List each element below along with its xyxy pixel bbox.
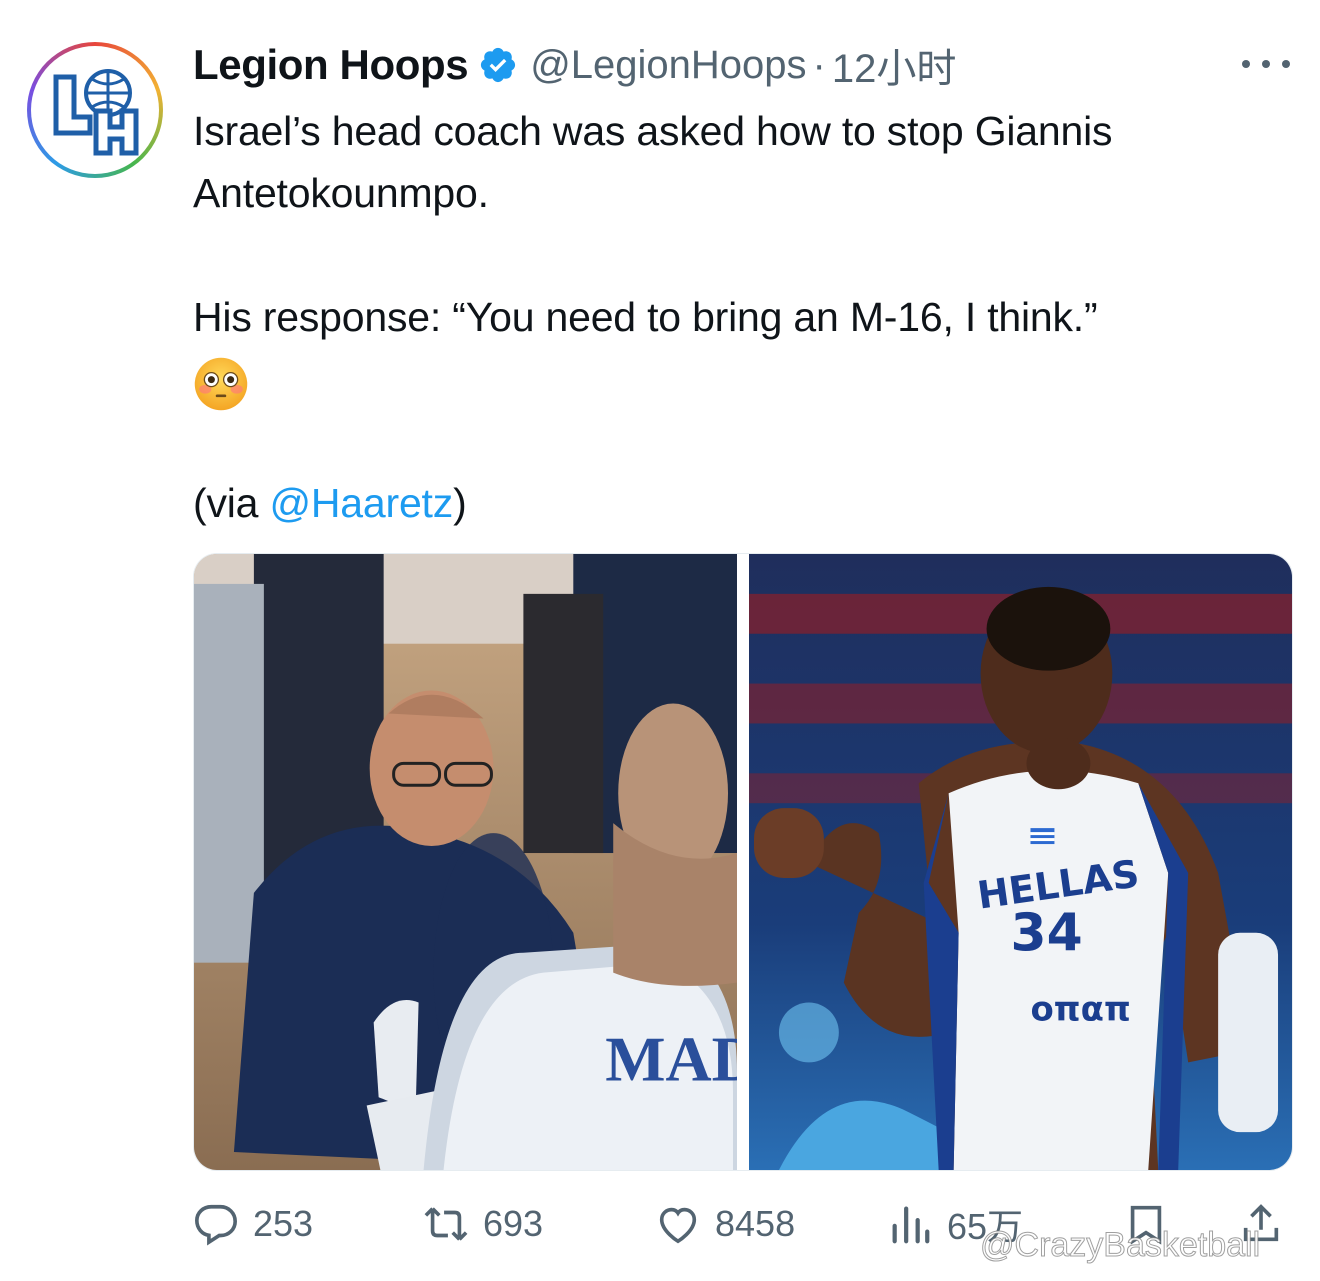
display-name[interactable]: Legion Hoops xyxy=(193,41,469,89)
timestamp[interactable]: 12小时 xyxy=(832,36,957,94)
separator-dot: · xyxy=(812,42,826,87)
photo-giannis[interactable]: HELLAS 34 οπαπ xyxy=(749,554,1292,1170)
like-icon xyxy=(659,1207,697,1244)
photo-coach[interactable]: MAD xyxy=(194,554,737,1170)
media-grid: MAD xyxy=(193,553,1293,1171)
verified-badge-icon[interactable] xyxy=(478,45,518,85)
jersey-text-mad: MAD xyxy=(605,1023,737,1094)
reply-button[interactable]: 253 xyxy=(193,1196,313,1252)
like-count: 8458 xyxy=(715,1203,796,1244)
reply-icon xyxy=(195,1204,237,1246)
repost-count: 693 xyxy=(483,1203,544,1244)
flushed-face-emoji-icon xyxy=(193,348,1303,411)
via-prefix: (via xyxy=(193,480,270,526)
tweet-text: Israel’s head coach was asked how to sto… xyxy=(193,100,1303,534)
avatar[interactable] xyxy=(27,42,163,178)
handle[interactable]: @LegionHoops xyxy=(530,43,806,88)
views-icon xyxy=(892,1206,930,1244)
via-suffix: ) xyxy=(453,480,467,526)
repost-button[interactable]: 693 xyxy=(423,1196,543,1252)
watermark: @CrazyBasketball xyxy=(979,1226,1261,1265)
mention-link[interactable]: @Haaretz xyxy=(269,480,453,526)
tweet-header: Legion Hoops @LegionHoops · 12小时 xyxy=(193,38,956,92)
like-button[interactable]: 8458 xyxy=(655,1196,795,1252)
more-icon[interactable] xyxy=(1242,46,1290,82)
jersey-sponsor: οπαπ xyxy=(1030,990,1130,1029)
tweet-line-1: Israel’s head coach was asked how to sto… xyxy=(193,108,1113,216)
repost-icon xyxy=(424,1207,468,1241)
legion-hoops-logo xyxy=(31,46,159,174)
tweet-line-2: His response: “You need to bring an M-16… xyxy=(193,294,1098,340)
reply-count: 253 xyxy=(253,1203,314,1244)
via-line: (via @Haaretz) xyxy=(193,472,1303,534)
jersey-number: 34 xyxy=(1011,904,1083,964)
